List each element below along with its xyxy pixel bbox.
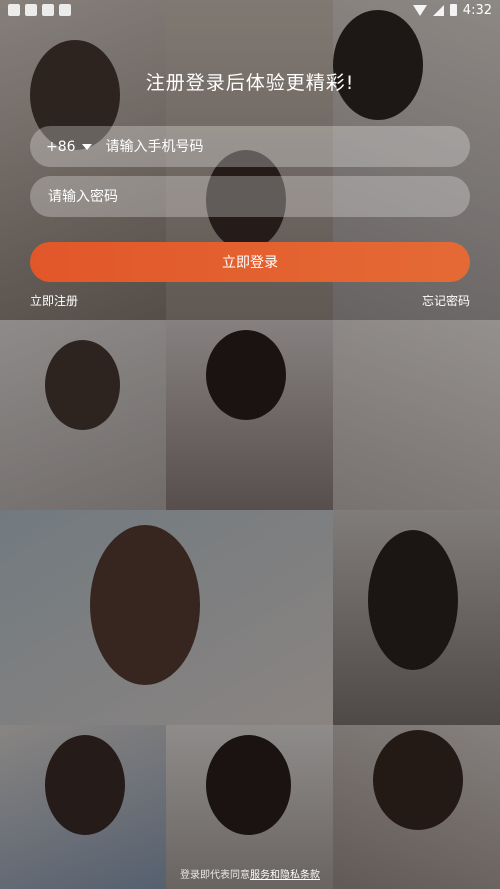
signal-icon: [432, 4, 444, 16]
photo-tile: [166, 725, 333, 889]
photo-tile: [0, 510, 333, 725]
status-time: 4:32: [462, 2, 492, 18]
system-icons: 4:32: [412, 2, 492, 18]
password-input[interactable]: [46, 187, 454, 206]
app-notification-icon: [59, 4, 71, 16]
country-code-selector[interactable]: +86: [46, 139, 92, 155]
phone-field[interactable]: +86: [30, 126, 470, 167]
caret-down-icon: [81, 143, 92, 150]
forgot-password-link[interactable]: 忘记密码: [422, 292, 470, 309]
wifi-icon: [412, 4, 427, 16]
app-notification-icon: [25, 4, 37, 16]
phone-input[interactable]: [103, 137, 454, 156]
register-link[interactable]: 立即注册: [30, 292, 78, 309]
login-button[interactable]: 立即登录: [30, 242, 470, 282]
photo-tile: [0, 320, 166, 510]
photo-tile: [333, 320, 500, 510]
battery-icon: [449, 4, 457, 16]
photo-tile: [333, 725, 500, 889]
password-field[interactable]: [30, 176, 470, 217]
country-code: +86: [46, 138, 76, 155]
photo-tile: [0, 725, 166, 889]
app-notification-icon: [42, 4, 54, 16]
notification-icons: [8, 4, 71, 16]
agree-text: 登录即代表同意: [180, 870, 250, 881]
page-title: 注册登录后体验更精彩!: [145, 72, 355, 94]
photo-tile: [333, 510, 500, 725]
status-bar: 4:32: [0, 0, 500, 20]
photo-tile: [166, 320, 333, 510]
terms-footer: 登录即代表同意服务和隐私条款: [0, 866, 500, 881]
terms-link[interactable]: 服务和隐私条款: [250, 870, 320, 881]
app-notification-icon: [8, 4, 20, 16]
